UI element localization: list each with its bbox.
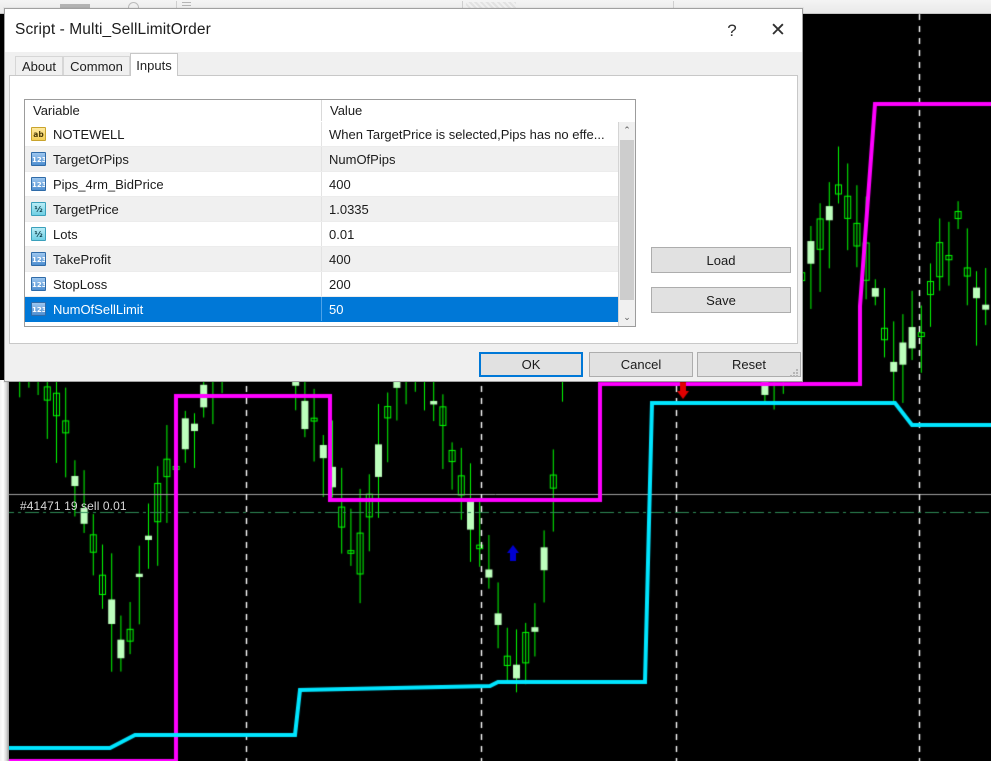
table-row[interactable]: ½ Lots 0.01 xyxy=(25,222,635,247)
column-divider xyxy=(321,172,322,196)
variable-name: StopLoss xyxy=(53,277,107,292)
cell-variable: 123 TargetOrPips xyxy=(25,147,322,171)
scroll-up-icon[interactable]: ⌃ xyxy=(619,122,635,139)
script-properties-dialog[interactable]: Script - Multi_SellLimitOrder ? ✕ About … xyxy=(4,8,803,382)
integer-type-icon: 123 xyxy=(31,277,46,291)
inputs-table[interactable]: Variable Value ab NOTEWELL When TargetPric… xyxy=(24,99,636,327)
help-button[interactable]: ? xyxy=(709,9,755,52)
variable-name: NOTEWELL xyxy=(53,127,125,142)
ok-button[interactable]: OK xyxy=(479,352,583,377)
inputs-panel: Variable Value ab NOTEWELL When TargetPric… xyxy=(9,75,798,344)
cell-variable: 123 NumOfSellLimit xyxy=(25,297,322,321)
column-divider xyxy=(321,147,322,171)
table-row[interactable]: 123 StopLoss 200 xyxy=(25,272,635,297)
cell-value[interactable]: 400 xyxy=(323,247,623,271)
cell-variable: 123 StopLoss xyxy=(25,272,322,296)
column-divider xyxy=(321,272,322,296)
tab-about[interactable]: About xyxy=(15,56,63,76)
cancel-button[interactable]: Cancel xyxy=(589,352,693,377)
integer-type-icon: 123 xyxy=(31,177,46,191)
dialog-title: Script - Multi_SellLimitOrder xyxy=(15,21,211,39)
integer-type-icon: 123 xyxy=(31,252,46,266)
table-row[interactable]: ½ TargetPrice 1.0335 xyxy=(25,197,635,222)
cell-variable: 123 TakeProfit xyxy=(25,247,322,271)
cell-value[interactable]: 400 xyxy=(323,172,623,196)
cell-variable: ½ TargetPrice xyxy=(25,197,322,221)
scroll-down-icon[interactable]: ⌄ xyxy=(619,309,635,326)
table-row[interactable]: 123 NumOfSellLimit 50 xyxy=(25,297,635,322)
scrollbar-thumb[interactable] xyxy=(620,140,634,300)
cell-value[interactable]: 50 xyxy=(323,297,623,321)
column-divider xyxy=(321,247,322,271)
cell-variable: ½ Lots xyxy=(25,222,322,246)
table-row[interactable]: ab NOTEWELL When TargetPrice is selected,P… xyxy=(25,122,635,147)
cell-value[interactable]: 1.0335 xyxy=(323,197,623,221)
tab-common[interactable]: Common xyxy=(63,56,130,76)
double-type-icon: ½ xyxy=(31,202,46,216)
cell-variable: 123 Pips_4rm_BidPrice xyxy=(25,172,322,196)
tab-strip: About Common Inputs xyxy=(5,52,802,76)
variable-name: NumOfSellLimit xyxy=(53,302,143,317)
column-header-variable[interactable]: Variable xyxy=(25,100,322,121)
cell-value[interactable]: 0.01 xyxy=(323,222,623,246)
variable-name: TakeProfit xyxy=(53,252,111,267)
save-button[interactable]: Save xyxy=(651,287,791,313)
variable-name: Lots xyxy=(53,227,78,242)
cell-variable: ab NOTEWELL xyxy=(25,122,322,146)
table-row[interactable]: 123 TakeProfit 400 xyxy=(25,247,635,272)
cell-value[interactable]: When TargetPrice is selected,Pips has no… xyxy=(323,122,623,146)
column-divider xyxy=(321,122,322,146)
column-header-value[interactable]: Value xyxy=(322,100,619,121)
variable-name: Pips_4rm_BidPrice xyxy=(53,177,164,192)
cell-value[interactable]: NumOfPips xyxy=(323,147,623,171)
dialog-titlebar[interactable]: Script - Multi_SellLimitOrder ? ✕ xyxy=(5,9,802,52)
variable-name: TargetOrPips xyxy=(53,152,129,167)
variable-name: TargetPrice xyxy=(53,202,119,217)
column-divider xyxy=(321,297,322,321)
string-type-icon: ab xyxy=(31,127,46,141)
double-type-icon: ½ xyxy=(31,227,46,241)
load-button[interactable]: Load xyxy=(651,247,791,273)
table-body: ab NOTEWELL When TargetPrice is selected,P… xyxy=(25,122,635,326)
order-label: #41471 19 sell 0.01 xyxy=(20,499,127,513)
chart-left-scroll-strip[interactable] xyxy=(0,380,9,761)
integer-type-icon: 123 xyxy=(31,302,46,316)
integer-type-icon: 123 xyxy=(31,152,46,166)
cell-value[interactable]: 200 xyxy=(323,272,623,296)
close-button[interactable]: ✕ xyxy=(755,9,801,52)
table-vertical-scrollbar[interactable]: ⌃ ⌄ xyxy=(618,122,635,326)
table-header-row: Variable Value xyxy=(25,100,635,123)
tab-inputs[interactable]: Inputs xyxy=(130,53,178,76)
table-row[interactable]: 123 Pips_4rm_BidPrice 400 xyxy=(25,172,635,197)
table-row[interactable]: 123 TargetOrPips NumOfPips xyxy=(25,147,635,172)
column-divider xyxy=(321,197,322,221)
resize-grip[interactable] xyxy=(790,369,799,378)
reset-button[interactable]: Reset xyxy=(697,352,801,377)
column-divider xyxy=(321,222,322,246)
